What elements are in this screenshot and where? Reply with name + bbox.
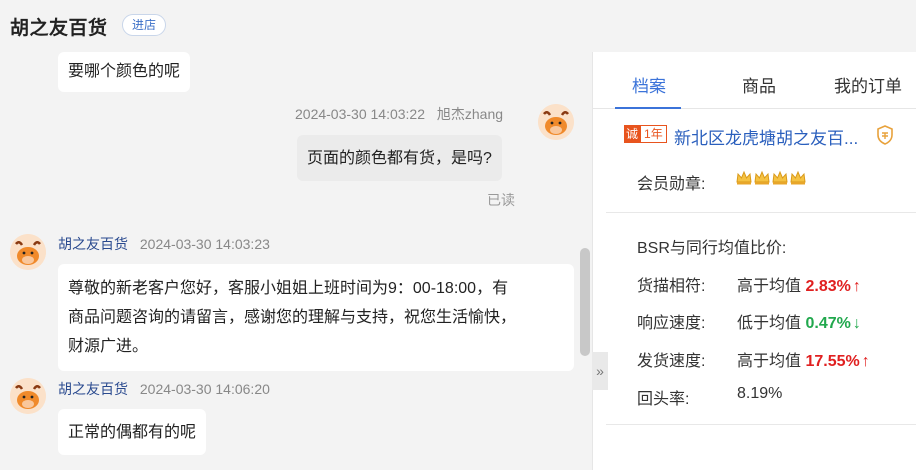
metric-value: 高于均值 2.83% ↑ (737, 272, 861, 296)
avatar[interactable] (10, 378, 46, 414)
tab-my-orders[interactable]: 我的订单 (834, 72, 902, 97)
enter-shop-button[interactable]: 进店 (122, 14, 167, 36)
metric-label: 发货速度: (637, 353, 706, 370)
message-meta: 胡之友百货 2024-03-30 14:03:23 (58, 234, 270, 254)
chat-scrollbar[interactable] (580, 248, 590, 356)
crown-icon (772, 170, 788, 185)
cow-avatar-icon (10, 234, 46, 270)
message-text: 页面的颜色都有货，是吗? (307, 150, 492, 167)
metric-compare: 低于均值 (737, 315, 802, 332)
message-bubble: 页面的颜色都有货，是吗? (297, 135, 502, 181)
metric-label: 响应速度: (637, 315, 706, 332)
message-line: 财源广进。 (68, 338, 149, 355)
crown-icon (736, 170, 752, 185)
metric-value: 低于均值 0.47% ↓ (737, 309, 861, 333)
message-text: 正常的偶都有的呢 (68, 424, 197, 441)
metric-label: 货描相符: (637, 278, 706, 295)
cow-avatar-icon (538, 104, 574, 140)
arrow-down-icon: ↓ (852, 315, 861, 332)
metric-value: 高于均值 17.55% ↑ (737, 347, 870, 371)
tab-products[interactable]: 商品 (742, 72, 776, 97)
metric-percent: 17.55% (805, 353, 860, 370)
arrow-up-icon: ↑ (852, 278, 861, 295)
divider (606, 424, 916, 425)
shop-title: 胡之友百货 (10, 18, 108, 39)
return-rate-value: 8.19% (737, 385, 783, 402)
message-text: 要哪个颜色的呢 (68, 63, 181, 80)
message-time: 2024-03-30 14:03:23 (139, 236, 270, 252)
metric-percent: 2.83% (805, 278, 851, 295)
integrity-badge-mark: 诚 (624, 125, 641, 143)
shield-icon[interactable] (876, 125, 894, 145)
avatar[interactable] (538, 104, 574, 140)
integrity-badge: 诚 1年 (624, 125, 667, 143)
divider (606, 212, 916, 213)
avatar[interactable] (10, 234, 46, 270)
message-meta: 胡之友百货 2024-03-30 14:06:20 (58, 379, 270, 399)
message-bubble: 要哪个颜色的呢 (58, 52, 191, 92)
message-bubble: 正常的偶都有的呢 (58, 409, 207, 455)
crown-icon (790, 170, 806, 185)
bsr-title: BSR与同行均值比价: (637, 240, 787, 257)
crown-icon (754, 170, 770, 185)
return-rate-label: 回头率: (637, 391, 690, 408)
message-sender: 胡之友百货 (58, 381, 128, 397)
message-sender: 胡之友百货 (58, 236, 128, 252)
message-meta: 2024-03-30 14:03:22 旭杰zhang (295, 104, 503, 124)
message-bubble: 尊敬的新老客户您好，客服小姐姐上班时间为9：00-18:00，有 商品问题咨询的… (58, 264, 574, 371)
chat-messages[interactable]: 要哪个颜色的呢 2024-03-30 14:03:22 旭杰zhang 页面的颜… (0, 52, 592, 470)
cow-avatar-icon (10, 378, 46, 414)
metric-compare: 高于均值 (737, 278, 802, 295)
message-sender: 旭杰zhang (436, 106, 504, 122)
active-tab-indicator (615, 107, 681, 109)
message-time: 2024-03-30 14:06:20 (139, 381, 270, 397)
metric-compare: 高于均值 (737, 353, 802, 370)
arrow-up-icon: ↑ (861, 353, 870, 370)
panel-divider (592, 52, 593, 470)
tab-profile[interactable]: 档案 (632, 72, 666, 97)
collapse-panel-button[interactable]: » (592, 352, 608, 390)
member-medals (736, 170, 806, 186)
integrity-badge-years: 1年 (640, 125, 667, 143)
shop-info-panel: 档案 商品 我的订单 诚 1年 新北区龙虎塘胡之友百... 会员勋章: BSR与… (592, 52, 916, 470)
message-line: 商品问题咨询的请留言，感谢您的理解与支持，祝您生活愉快， (68, 309, 517, 326)
medal-label: 会员勋章: (637, 176, 706, 193)
message-line: 尊敬的新老客户您好，客服小姐姐上班时间为9：00-18:00，有 (68, 280, 509, 297)
chat-header: 胡之友百货 进店 (0, 0, 916, 52)
read-status: 已读 (487, 192, 515, 208)
message-time: 2024-03-30 14:03:22 (295, 106, 425, 122)
metric-percent: 0.47% (805, 315, 851, 332)
store-name-link[interactable]: 新北区龙虎塘胡之友百... (674, 124, 858, 149)
